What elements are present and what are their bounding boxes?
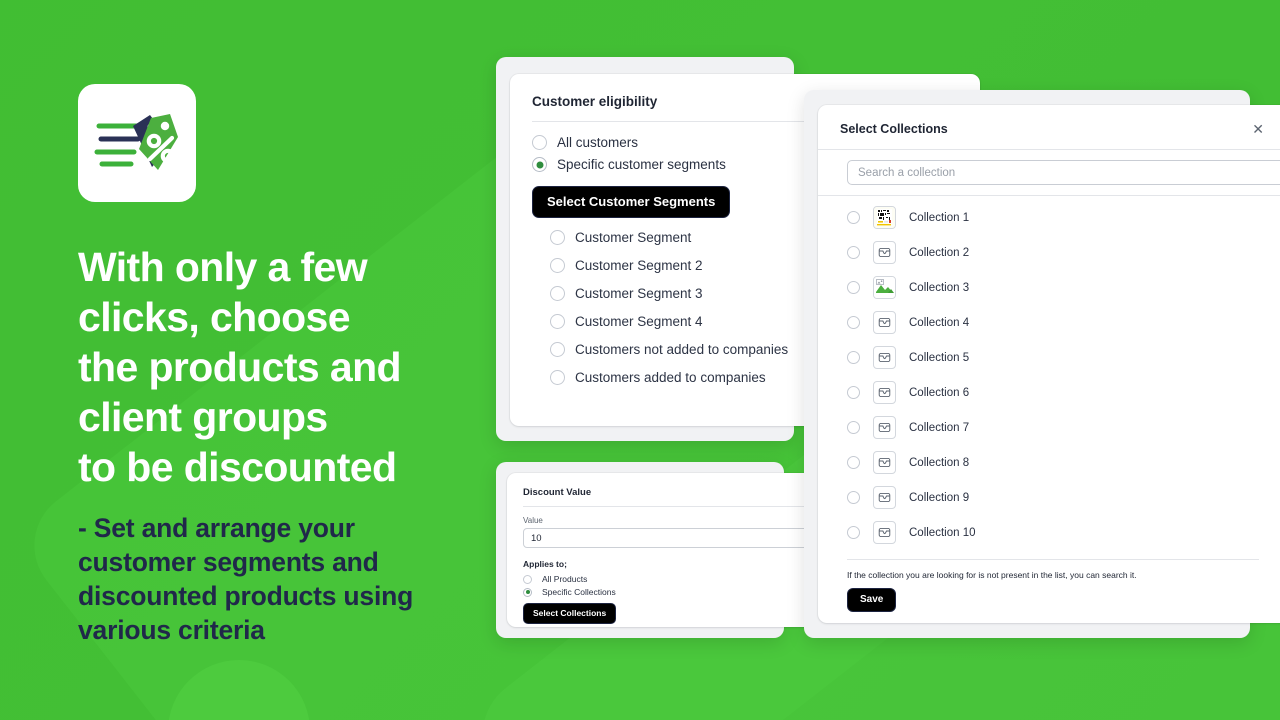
image-placeholder-icon	[873, 521, 896, 544]
radio-icon[interactable]	[550, 370, 565, 385]
select-collections-button[interactable]: Select Collections	[523, 603, 617, 624]
radio-icon[interactable]	[550, 258, 565, 273]
collection-row[interactable]: Collection 7	[818, 410, 1280, 445]
search-row: Search a collection	[818, 150, 1280, 195]
radio-icon[interactable]	[550, 342, 565, 357]
segment-label: Customer Segment 2	[575, 258, 703, 273]
modal-header: Select Collections ✕	[818, 105, 1280, 149]
marketing-column: With only a few clicks, choose the produ…	[78, 84, 478, 647]
radio-icon[interactable]	[532, 135, 547, 150]
image-placeholder-icon	[873, 241, 896, 264]
image-placeholder-icon	[873, 346, 896, 369]
collection-list: Collection 1 Collection 2 Collection 3 C…	[818, 196, 1280, 550]
segment-label: Customer Segment 3	[575, 286, 703, 301]
subheadline: - Set and arrange your customer segments…	[78, 513, 414, 645]
collection-row[interactable]: Collection 9	[818, 480, 1280, 515]
collection-label: Collection 5	[909, 351, 970, 364]
photo-thumbnail	[873, 206, 896, 229]
collection-label: Collection 9	[909, 491, 970, 504]
broken-image-icon	[873, 276, 896, 299]
discount-value-panel: Discount Value Value 10 Applies to; All …	[496, 462, 917, 638]
collection-label: Collection 7	[909, 421, 970, 434]
collection-row[interactable]: Collection 2	[818, 235, 1280, 270]
radio-icon[interactable]	[847, 421, 860, 434]
radio-icon[interactable]	[847, 526, 860, 539]
collection-label: Collection 8	[909, 456, 970, 469]
radio-icon[interactable]	[523, 574, 532, 584]
image-placeholder-icon	[873, 311, 896, 334]
collection-label: Collection 6	[909, 386, 970, 399]
select-collections-modal: Select Collections ✕ Search a collection	[818, 105, 1280, 623]
headline: With only a few clicks, choose the produ…	[78, 244, 402, 490]
collection-label: Collection 2	[909, 246, 970, 259]
customer-eligibility-panel: Customer eligibility All customers Speci…	[496, 57, 980, 441]
discount-tags-icon	[94, 114, 178, 170]
radio-icon[interactable]	[847, 456, 860, 469]
radio-icon[interactable]	[847, 351, 860, 364]
collection-search-input[interactable]: Search a collection	[847, 160, 1280, 185]
collection-row[interactable]: Collection 1	[818, 200, 1280, 235]
collection-row[interactable]: Collection 4	[818, 305, 1280, 340]
radio-icon[interactable]	[550, 286, 565, 301]
image-placeholder-icon	[873, 451, 896, 474]
image-placeholder-icon	[873, 486, 896, 509]
select-customer-segments-button[interactable]: Select Customer Segments	[532, 186, 731, 218]
radio-icon[interactable]	[847, 281, 860, 294]
collection-label: Collection 10	[909, 526, 976, 539]
modal-title: Select Collections	[840, 122, 948, 136]
segment-label: Customers added to companies	[575, 370, 766, 385]
collection-row[interactable]: Collection 6	[818, 375, 1280, 410]
radio-icon[interactable]	[847, 491, 860, 504]
segment-label: Customer Segment 4	[575, 314, 703, 329]
radio-selected-icon[interactable]	[523, 587, 532, 597]
radio-icon[interactable]	[847, 211, 860, 224]
select-collections-panel: Select Collections ✕ Search a collection	[804, 90, 1280, 638]
collection-row[interactable]: Collection 3	[818, 270, 1280, 305]
save-button[interactable]: Save	[847, 588, 897, 612]
radio-icon[interactable]	[550, 230, 565, 245]
collection-row[interactable]: Collection 10	[818, 515, 1280, 550]
collection-label: Collection 1	[909, 211, 970, 224]
radio-icon[interactable]	[847, 246, 860, 259]
collection-search-hint: If the collection you are looking for is…	[847, 570, 1137, 580]
promo-banner: With only a few clicks, choose the produ…	[0, 0, 1280, 720]
eligibility-option-label: All customers	[557, 135, 639, 150]
applies-option-label: All Products	[542, 574, 588, 584]
radio-icon[interactable]	[847, 386, 860, 399]
applies-option-label: Specific Collections	[542, 587, 616, 597]
background-circle-shape	[168, 660, 310, 720]
collection-row[interactable]: Collection 8	[818, 445, 1280, 480]
collection-label: Collection 3	[909, 281, 970, 294]
collection-label: Collection 4	[909, 316, 970, 329]
radio-icon[interactable]	[847, 316, 860, 329]
radio-selected-icon[interactable]	[532, 157, 547, 172]
app-logo	[78, 84, 196, 202]
collection-row[interactable]: Collection 5	[818, 340, 1280, 375]
eligibility-option-label: Specific customer segments	[557, 157, 726, 172]
image-placeholder-icon	[873, 416, 896, 439]
segment-label: Customer Segment	[575, 230, 692, 245]
segment-label: Customers not added to companies	[575, 342, 789, 357]
radio-icon[interactable]	[550, 314, 565, 329]
image-placeholder-icon	[873, 381, 896, 404]
close-icon[interactable]: ✕	[1250, 122, 1266, 136]
